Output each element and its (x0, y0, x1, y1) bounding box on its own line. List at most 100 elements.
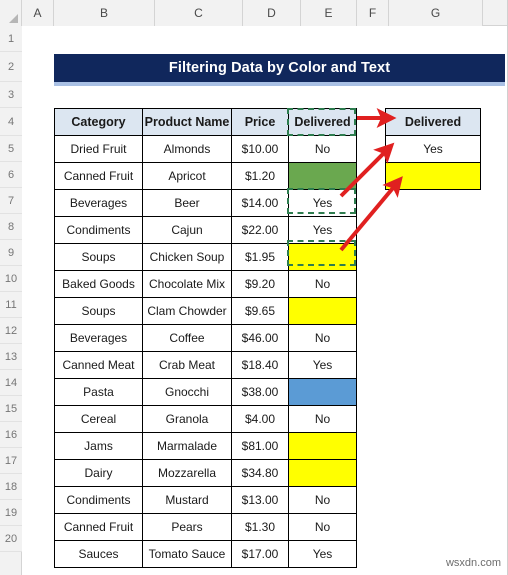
cell-price[interactable]: $81.00 (231, 432, 289, 460)
cell-category[interactable]: Cereal (54, 405, 143, 433)
cell-delivered[interactable] (288, 162, 357, 190)
row-header-9[interactable]: 9 (0, 240, 22, 266)
cell-product[interactable]: Clam Chowder (142, 297, 232, 325)
table-row[interactable]: Condiments Cajun $22.00 Yes (54, 216, 357, 244)
table-row[interactable]: Canned Fruit Apricot $1.20 (54, 162, 357, 190)
column-header-product-name[interactable]: Product Name (142, 108, 232, 136)
cell-product[interactable]: Chicken Soup (142, 243, 232, 271)
cell-price[interactable]: $14.00 (231, 189, 289, 217)
column-header-f[interactable]: F (357, 0, 389, 26)
cell-product[interactable]: Pears (142, 513, 232, 541)
cell-category[interactable]: Soups (54, 297, 143, 325)
cell-delivered[interactable]: Yes (288, 189, 357, 217)
column-header-price[interactable]: Price (231, 108, 289, 136)
row-header-13[interactable]: 13 (0, 344, 22, 370)
cell-product[interactable]: Mozzarella (142, 459, 232, 487)
cell-delivered[interactable]: Yes (288, 540, 357, 568)
row-header-4[interactable]: 4 (0, 108, 22, 136)
table-row[interactable]: Condiments Mustard $13.00 No (54, 486, 357, 514)
cell-product[interactable]: Apricot (142, 162, 232, 190)
row-header-17[interactable]: 17 (0, 448, 22, 474)
table-row[interactable]: Jams Marmalade $81.00 (54, 432, 357, 460)
cell-category[interactable]: Sauces (54, 540, 143, 568)
column-header-e[interactable]: E (301, 0, 357, 26)
table-row[interactable]: Cereal Granola $4.00 No (54, 405, 357, 433)
row-header-16[interactable]: 16 (0, 422, 22, 448)
column-header-c[interactable]: C (155, 0, 243, 26)
row-header-12[interactable]: 12 (0, 318, 22, 344)
cell-price[interactable]: $34.80 (231, 459, 289, 487)
cell-price[interactable]: $4.00 (231, 405, 289, 433)
cell-product[interactable]: Beer (142, 189, 232, 217)
cell-product[interactable]: Crab Meat (142, 351, 232, 379)
table-row[interactable]: Sauces Tomato Sauce $17.00 Yes (54, 540, 357, 568)
cell-price[interactable]: $9.65 (231, 297, 289, 325)
cell-price[interactable]: $1.95 (231, 243, 289, 271)
cell-product[interactable]: Chocolate Mix (142, 270, 232, 298)
table-row[interactable]: Pasta Gnocchi $38.00 (54, 378, 357, 406)
result-cell-value[interactable]: Yes (385, 135, 481, 163)
table-row[interactable]: Soups Chicken Soup $1.95 (54, 243, 357, 271)
row-header-10[interactable]: 10 (0, 266, 22, 292)
cell-delivered[interactable]: Yes (288, 351, 357, 379)
select-all-corner[interactable] (0, 0, 22, 26)
cell-product[interactable]: Gnocchi (142, 378, 232, 406)
cell-delivered[interactable]: No (288, 405, 357, 433)
cell-category[interactable]: Canned Fruit (54, 162, 143, 190)
cell-category[interactable]: Condiments (54, 486, 143, 514)
cell-category[interactable]: Soups (54, 243, 143, 271)
cell-product[interactable]: Mustard (142, 486, 232, 514)
cell-price[interactable]: $18.40 (231, 351, 289, 379)
column-header-category[interactable]: Category (54, 108, 143, 136)
column-header-b[interactable]: B (54, 0, 155, 26)
result-row[interactable]: Yes (385, 135, 481, 163)
cell-delivered[interactable]: Yes (288, 216, 357, 244)
cell-category[interactable]: Dairy (54, 459, 143, 487)
cell-product[interactable]: Coffee (142, 324, 232, 352)
cell-price[interactable]: $13.00 (231, 486, 289, 514)
cell-price[interactable]: $10.00 (231, 135, 289, 163)
row-header-18[interactable]: 18 (0, 474, 22, 500)
cell-category[interactable]: Canned Meat (54, 351, 143, 379)
cell-price[interactable]: $1.30 (231, 513, 289, 541)
cell-category[interactable]: Condiments (54, 216, 143, 244)
column-header-delivered[interactable]: Delivered (288, 108, 357, 136)
result-row[interactable] (385, 162, 481, 190)
cell-price[interactable]: $1.20 (231, 162, 289, 190)
cell-category[interactable]: Baked Goods (54, 270, 143, 298)
cell-category[interactable]: Beverages (54, 324, 143, 352)
row-header-11[interactable]: 11 (0, 292, 22, 318)
cell-delivered[interactable] (288, 297, 357, 325)
cell-delivered[interactable] (288, 432, 357, 460)
table-row[interactable]: Dairy Mozzarella $34.80 (54, 459, 357, 487)
table-row[interactable]: Soups Clam Chowder $9.65 (54, 297, 357, 325)
cell-delivered[interactable]: No (288, 135, 357, 163)
table-row[interactable]: Canned Fruit Pears $1.30 No (54, 513, 357, 541)
cell-price[interactable]: $22.00 (231, 216, 289, 244)
cell-category[interactable]: Pasta (54, 378, 143, 406)
cell-delivered[interactable]: No (288, 324, 357, 352)
cell-price[interactable]: $38.00 (231, 378, 289, 406)
cell-category[interactable]: Canned Fruit (54, 513, 143, 541)
cell-product[interactable]: Granola (142, 405, 232, 433)
cell-category[interactable]: Dried Fruit (54, 135, 143, 163)
table-row[interactable]: Baked Goods Chocolate Mix $9.20 No (54, 270, 357, 298)
cell-price[interactable]: $17.00 (231, 540, 289, 568)
cell-delivered[interactable] (288, 378, 357, 406)
row-header-8[interactable]: 8 (0, 214, 22, 240)
column-header-g[interactable]: G (389, 0, 483, 26)
cell-delivered[interactable] (288, 243, 357, 271)
cell-delivered[interactable] (288, 459, 357, 487)
row-header-1[interactable]: 1 (0, 26, 22, 52)
cell-delivered[interactable]: No (288, 486, 357, 514)
cell-delivered[interactable]: No (288, 513, 357, 541)
table-row[interactable]: Beverages Beer $14.00 Yes (54, 189, 357, 217)
result-column-header-delivered[interactable]: Delivered (385, 108, 481, 136)
cell-product[interactable]: Cajun (142, 216, 232, 244)
row-header-14[interactable]: 14 (0, 370, 22, 396)
cell-product[interactable]: Marmalade (142, 432, 232, 460)
row-header-6[interactable]: 6 (0, 162, 22, 188)
cell-price[interactable]: $9.20 (231, 270, 289, 298)
cell-delivered[interactable]: No (288, 270, 357, 298)
cell-product[interactable]: Tomato Sauce (142, 540, 232, 568)
